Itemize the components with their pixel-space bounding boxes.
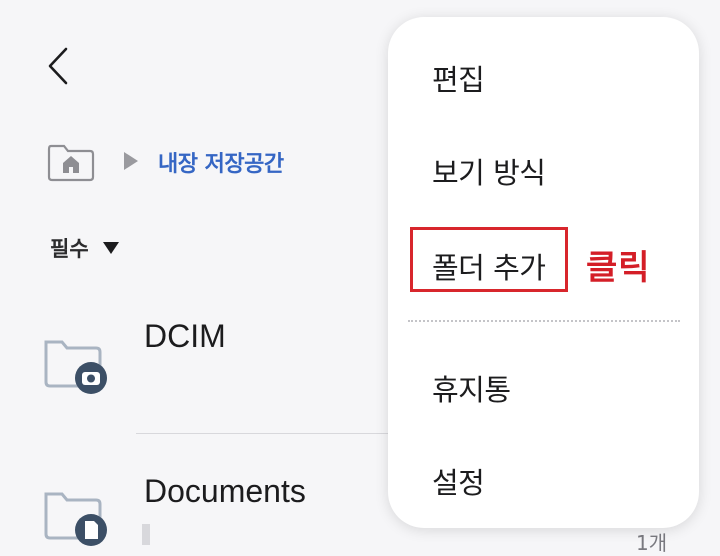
list-item-partial (142, 524, 150, 545)
folder-item-count: 1개 (636, 531, 668, 555)
caret-down-icon (102, 242, 119, 254)
menu-item-settings[interactable]: 설정 (432, 460, 485, 502)
row-divider (136, 433, 396, 434)
folder-name: Documents (144, 473, 306, 509)
breadcrumb-current[interactable]: 내장 저장공간 (158, 146, 284, 178)
menu-item-view-mode[interactable]: 보기 방식 (432, 150, 546, 192)
menu-item-trash[interactable]: 휴지통 (432, 367, 511, 409)
filter-label: 필수 (50, 237, 89, 261)
folder-name: DCIM (144, 318, 226, 354)
highlight-box (410, 227, 568, 292)
click-annotation-label: 클릭 (586, 248, 651, 288)
menu-divider (408, 320, 680, 322)
home-icon (47, 144, 95, 182)
breadcrumb-arrow-icon (124, 152, 138, 170)
sort-filter-dropdown[interactable]: 필수 (50, 233, 119, 263)
camera-folder-icon (44, 340, 107, 394)
menu-item-edit[interactable]: 편집 (432, 57, 485, 99)
document-folder-icon (44, 492, 107, 546)
home-button[interactable] (46, 140, 96, 184)
back-chevron-icon (48, 47, 68, 85)
back-button[interactable] (38, 44, 82, 88)
